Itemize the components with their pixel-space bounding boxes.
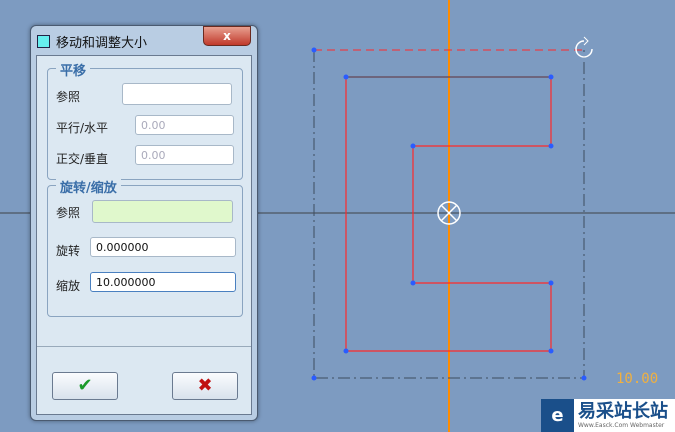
scale-label: 缩放 bbox=[56, 279, 81, 293]
ok-button[interactable]: ✔ bbox=[52, 372, 118, 400]
rotate-ref-label: 参照 bbox=[56, 206, 81, 220]
dialog-titlebar[interactable]: 移动和调整大小 bbox=[37, 30, 147, 52]
vertical-label: 正交/垂直 bbox=[56, 152, 109, 166]
vertical-input[interactable]: 0.00 bbox=[135, 145, 234, 165]
dialog-title: 移动和调整大小 bbox=[56, 35, 148, 51]
horizontal-input[interactable]: 0.00 bbox=[135, 115, 234, 135]
watermark-url: Www.Easck.Com Webmaster bbox=[578, 422, 665, 429]
rotate-label: 旋转 bbox=[56, 244, 81, 258]
window-icon bbox=[37, 34, 50, 48]
scale-readout: 10.00 bbox=[616, 371, 658, 387]
translate-ref-label: 参照 bbox=[56, 90, 81, 104]
scale-input[interactable]: 10.000000 bbox=[90, 272, 236, 292]
cancel-button[interactable]: ✖ bbox=[172, 372, 238, 400]
horizontal-label: 平行/水平 bbox=[56, 121, 109, 135]
move-resize-dialog: 移动和调整大小 x 平移 参照 平行/水平 0.00 正交/垂直 0.00 旋转… bbox=[30, 25, 258, 421]
close-button[interactable]: x bbox=[203, 26, 251, 46]
dialog-body: 平移 参照 平行/水平 0.00 正交/垂直 0.00 旋转/缩放 参照 旋转 … bbox=[36, 55, 252, 415]
watermark-logo: e bbox=[541, 399, 574, 432]
divider bbox=[37, 346, 251, 347]
translate-group: 平移 参照 平行/水平 0.00 正交/垂直 0.00 bbox=[47, 60, 243, 180]
rotate-ref-input[interactable] bbox=[92, 200, 233, 223]
translate-ref-input[interactable] bbox=[122, 83, 232, 105]
translate-legend: 平移 bbox=[56, 60, 91, 79]
rotate-scale-group: 旋转/缩放 参照 旋转 0.000000 缩放 10.000000 bbox=[47, 177, 243, 317]
watermark: e 易采站长站 Www.Easck.Com Webmaster bbox=[541, 399, 675, 432]
rotate-handle-icon[interactable] bbox=[575, 36, 593, 58]
rotate-input[interactable]: 0.000000 bbox=[90, 237, 236, 257]
rotate-scale-legend: 旋转/缩放 bbox=[56, 177, 121, 196]
watermark-name: 易采站长站 bbox=[578, 401, 668, 422]
